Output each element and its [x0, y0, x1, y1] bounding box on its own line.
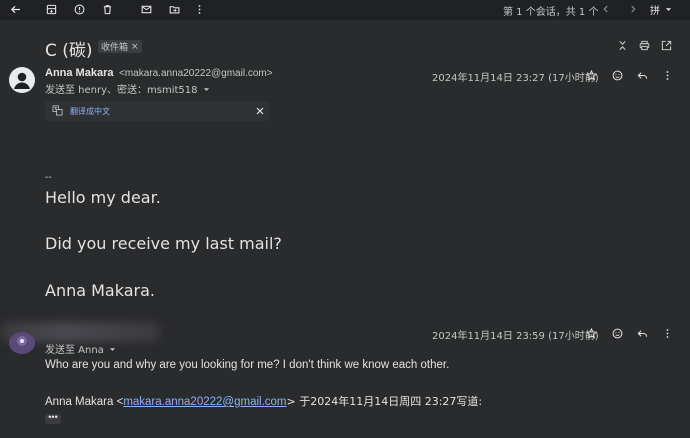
reply-body: Who are you and why are you looking for … [45, 359, 450, 371]
mark-unread-icon[interactable] [137, 0, 155, 18]
collapse-all-icon[interactable] [614, 37, 630, 53]
sender-email: <makara.anna20222@gmail.com> [119, 68, 273, 79]
message-body-line: Did you receive my last mail? [45, 234, 282, 253]
signature-dash: -- [45, 172, 52, 183]
print-icon[interactable] [636, 37, 652, 53]
reply-star-icon[interactable] [583, 325, 599, 341]
reply-icon[interactable] [634, 67, 650, 83]
message-more-icon[interactable] [659, 67, 675, 83]
inbox-label-text: 收件箱 [101, 43, 129, 53]
remove-label-icon[interactable]: × [131, 42, 139, 52]
reply-emoji-reaction-icon[interactable] [609, 325, 625, 341]
input-tools-icon[interactable]: 拼 [648, 0, 662, 18]
open-in-new-window-icon[interactable] [658, 37, 674, 53]
translate-link[interactable]: 翻译成中文 [70, 106, 110, 117]
delete-icon[interactable] [98, 0, 116, 18]
recipient-details[interactable]: 发送至 henry、密送：msmit518 [45, 81, 210, 96]
sender-name[interactable]: Anna Makara [45, 67, 113, 79]
archive-icon[interactable] [42, 0, 60, 18]
message-body-line: Hello my dear. [45, 188, 161, 207]
quote-suffix: > 于2024年11月14日周四 23:27写道: [286, 395, 483, 408]
show-details-icon[interactable] [203, 86, 210, 93]
reply-message-date: 2024年11月14日 23:59 (17小时前) [432, 331, 599, 342]
quote-email-link[interactable]: makara.anna20222@gmail.com [123, 396, 286, 408]
reply-show-details-icon[interactable] [109, 346, 116, 353]
sender-avatar[interactable] [9, 67, 35, 93]
reply-reply-icon[interactable] [634, 325, 650, 341]
quote-prefix: Anna Makara < [45, 396, 124, 408]
translate-bar: 翻译成中文 [45, 101, 270, 121]
conversation-count: 第 1 个会话，共 1 个 [503, 7, 599, 18]
show-trimmed-content-button[interactable]: ••• [45, 413, 61, 424]
message-body-line: Anna Makara. [45, 281, 155, 300]
back-icon[interactable] [6, 0, 24, 18]
message-date: 2024年11月14日 23:27 (17小时前) [432, 73, 599, 84]
reply-sender-avatar[interactable] [9, 332, 35, 354]
translate-icon [52, 105, 63, 116]
reply-recipient-list: 发送至 Anna [45, 345, 104, 356]
reply-recipient-details[interactable]: 发送至 Anna [45, 341, 116, 356]
more-icon[interactable] [190, 0, 208, 18]
recipient-list: 发送至 henry、密送：msmit518 [45, 85, 198, 96]
reply-more-icon[interactable] [659, 325, 675, 341]
quote-attribution: Anna Makara <makara.anna20222@gmail.com>… [45, 393, 482, 409]
toolbar: 第 1 个会话，共 1 个 拼 [0, 0, 690, 20]
thread-title: C (碳) [45, 41, 93, 61]
star-icon[interactable] [583, 67, 599, 83]
close-translate-icon[interactable] [256, 107, 264, 115]
move-to-icon[interactable] [165, 0, 183, 18]
inbox-label-chip[interactable]: 收件箱 × [98, 40, 142, 53]
report-spam-icon[interactable] [70, 0, 88, 18]
newer-icon[interactable] [597, 0, 615, 18]
emoji-reaction-icon[interactable] [609, 67, 625, 83]
older-icon[interactable] [624, 0, 642, 18]
input-tools-dropdown-icon[interactable] [662, 0, 674, 18]
